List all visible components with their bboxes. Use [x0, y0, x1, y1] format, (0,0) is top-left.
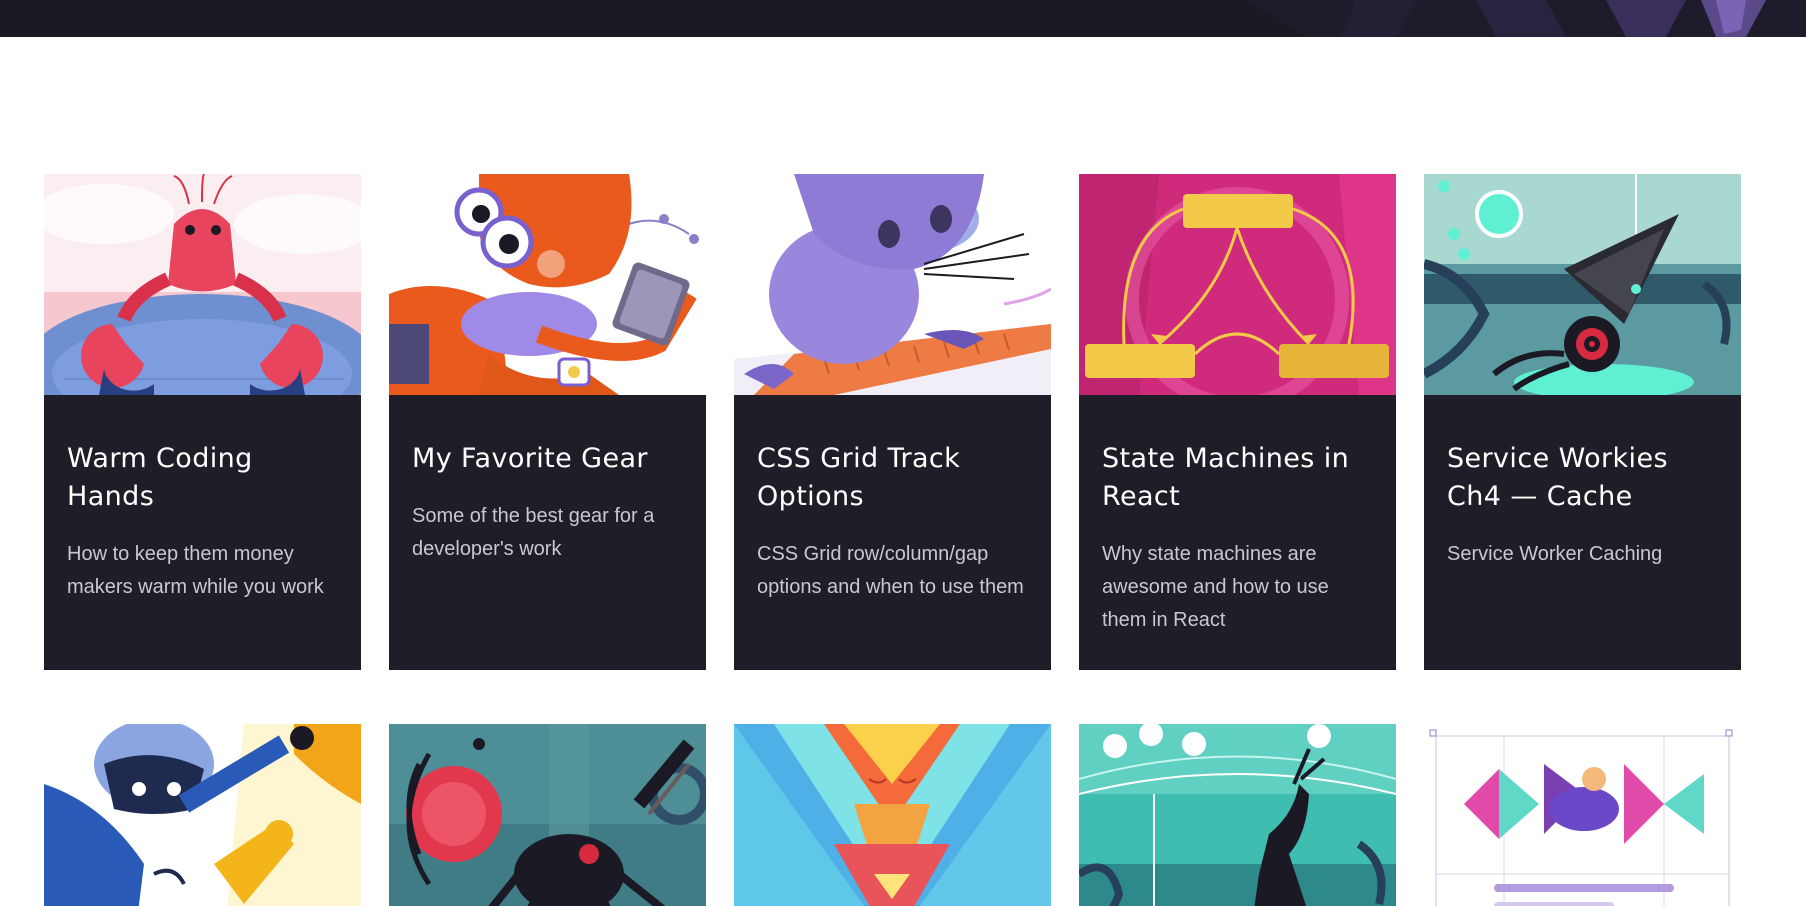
card-description: CSS Grid row/column/gap options and when…	[757, 543, 1024, 598]
site-header-banner	[0, 0, 1806, 37]
article-card-service-workies-ch4[interactable]: Service Workies Ch4 — Cache Service Work…	[1424, 174, 1741, 670]
article-card-state-machines-in-react[interactable]: State Machines in React Why state machin…	[1079, 174, 1396, 670]
header-artwork	[1246, 0, 1806, 37]
geometric-fox-illustration	[734, 724, 1051, 906]
card-body: State Machines in React Why state machin…	[1079, 395, 1396, 670]
lobster-hands-illustration	[44, 174, 361, 395]
card-description: Why state machines are awesome and how t…	[1102, 543, 1329, 631]
card-title: CSS Grid Track Options	[757, 443, 961, 512]
article-card-warm-coding-hands[interactable]: Warm Coding Hands How to keep them money…	[44, 174, 361, 670]
raccoon-with-key-illustration	[44, 724, 361, 906]
article-card-geometric-fox[interactable]	[734, 724, 1051, 906]
fox-with-glasses-illustration	[389, 174, 706, 395]
card-description: Some of the best gear for a developer's …	[412, 505, 655, 560]
card-description: Service Worker Caching	[1447, 543, 1663, 565]
card-title: State Machines in React	[1102, 443, 1350, 512]
state-diagram-illustration	[1079, 174, 1396, 395]
article-grid: Warm Coding Hands How to keep them money…	[44, 174, 1741, 906]
deer-silhouette-illustration	[1079, 724, 1396, 906]
article-card-css-grid-track-options[interactable]: CSS Grid Track Options CSS Grid row/colu…	[734, 174, 1051, 670]
mouse-on-ruler-illustration	[734, 174, 1051, 395]
drill-creature-illustration	[1424, 174, 1741, 395]
red-spider-robot-illustration	[389, 724, 706, 906]
article-card-raccoon[interactable]	[44, 724, 361, 906]
card-body: Warm Coding Hands How to keep them money…	[44, 395, 361, 670]
card-description: How to keep them money makers warm while…	[67, 543, 324, 598]
article-card-deer-silhouette[interactable]	[1079, 724, 1396, 906]
card-title: Service Workies Ch4 — Cache	[1447, 443, 1668, 512]
card-title: Warm Coding Hands	[67, 443, 253, 512]
card-body: Service Workies Ch4 — Cache Service Work…	[1424, 395, 1741, 670]
article-card-my-favorite-gear[interactable]: My Favorite Gear Some of the best gear f…	[389, 174, 706, 670]
article-card-spider-robot[interactable]	[389, 724, 706, 906]
card-body: CSS Grid Track Options CSS Grid row/colu…	[734, 395, 1051, 670]
grid-shapes-illustration	[1424, 724, 1741, 906]
article-card-grid-shapes[interactable]	[1424, 724, 1741, 906]
card-body: My Favorite Gear Some of the best gear f…	[389, 395, 706, 670]
card-title: My Favorite Gear	[412, 443, 648, 474]
